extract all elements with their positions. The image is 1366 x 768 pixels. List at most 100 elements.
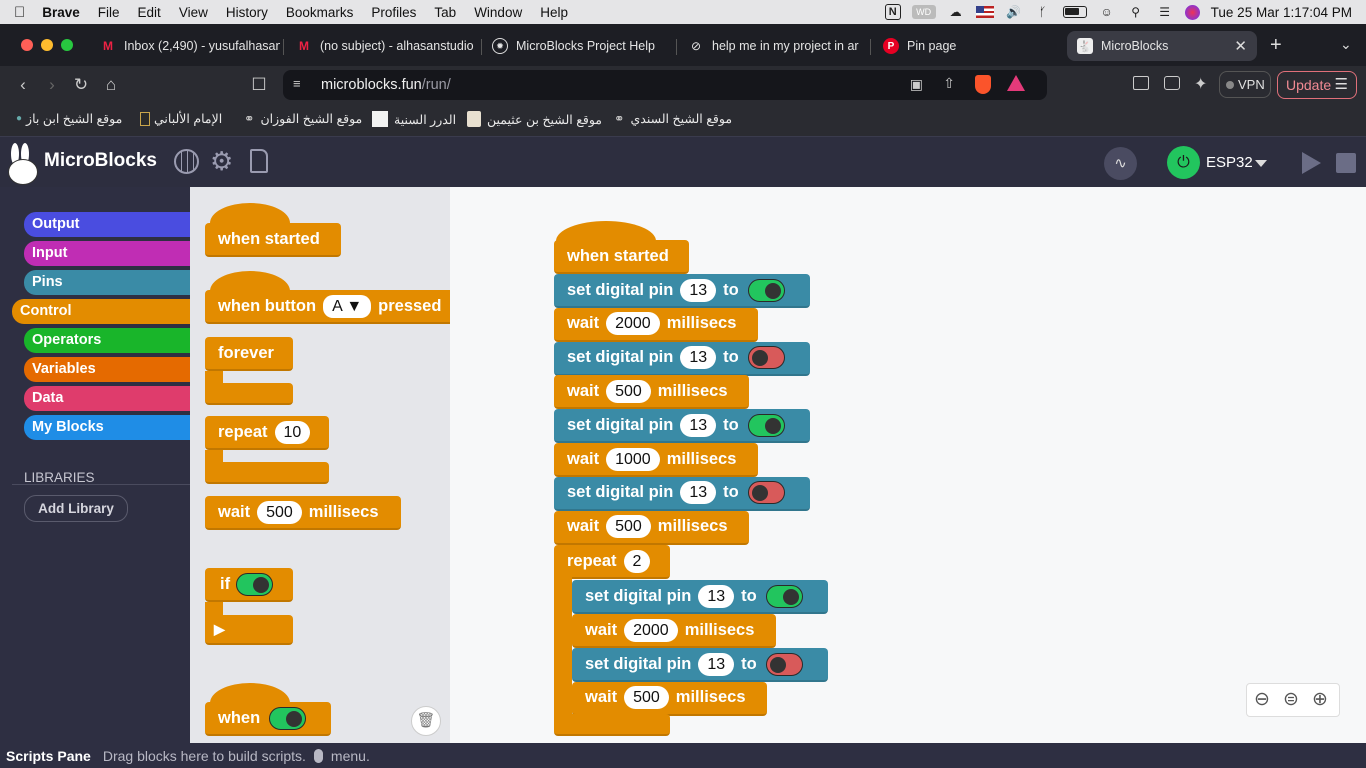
us-flag-icon[interactable] bbox=[975, 6, 994, 18]
set-digital-pin-block[interactable]: set digital pin 13 to bbox=[572, 580, 828, 615]
reload-icon[interactable]: ↻ bbox=[70, 74, 92, 96]
scripts-pane[interactable]: when started set digital pin 13 to wait 2000 m… bbox=[450, 187, 1366, 743]
set-digital-pin-block[interactable]: set digital pin 13 to bbox=[572, 648, 828, 682]
menu-history[interactable]: History bbox=[217, 5, 277, 20]
siri-icon[interactable] bbox=[1184, 4, 1200, 20]
wait-ms-input[interactable]: 500 bbox=[624, 686, 669, 710]
window-minimize-button[interactable] bbox=[41, 39, 53, 51]
tab-pin-page[interactable]: P Pin page bbox=[873, 31, 1063, 61]
pin-number-input[interactable]: 13 bbox=[698, 652, 735, 676]
wallet-icon[interactable] bbox=[1164, 76, 1180, 90]
set-digital-pin-block[interactable]: set digital pin 13 to bbox=[554, 409, 810, 444]
wait-millisecs-block[interactable]: wait 500 millisecs bbox=[572, 681, 767, 716]
menu-file[interactable]: File bbox=[89, 5, 129, 20]
new-tab-icon[interactable]: + bbox=[1270, 34, 1282, 57]
pin-state-toggle[interactable] bbox=[747, 481, 785, 505]
brave-rewards-icon[interactable] bbox=[1007, 75, 1025, 91]
category-output[interactable]: Output bbox=[24, 212, 190, 237]
pin-state-toggle[interactable] bbox=[765, 652, 803, 676]
category-data[interactable]: Data bbox=[24, 386, 190, 411]
repeat-count-input[interactable]: 2 bbox=[623, 549, 651, 573]
sidebar-toggle-icon[interactable] bbox=[1133, 76, 1149, 90]
cloud-icon[interactable]: ☁ bbox=[947, 5, 965, 19]
bookmark-sindi[interactable]: موقع الشيخ السندي ⚭ bbox=[614, 111, 732, 126]
tab-help-project[interactable]: ⊘ help me in my project in ar bbox=[678, 31, 868, 61]
bookmark-dorar[interactable]: الدرر السنية bbox=[372, 111, 456, 127]
category-variables[interactable]: Variables bbox=[24, 357, 190, 382]
tab-inbox[interactable]: M Inbox (2,490) - yusufalhasanstudio bbox=[90, 31, 280, 61]
bookmark-uthaymeen[interactable]: موقع الشيخ بن عثيمين bbox=[467, 111, 602, 127]
leo-ai-icon[interactable]: ✦ bbox=[1194, 74, 1207, 94]
bookmark-albani[interactable]: الإمام الألباني bbox=[140, 111, 222, 126]
language-globe-icon[interactable] bbox=[174, 149, 199, 174]
set-digital-pin-block[interactable]: set digital pin 13 to bbox=[554, 476, 810, 511]
palette-wait-block[interactable]: wait 500 millisecs bbox=[205, 496, 401, 530]
tab-microblocks[interactable]: 🐇 MicroBlocks ✕ bbox=[1067, 31, 1257, 61]
close-tab-icon[interactable]: ✕ bbox=[1234, 37, 1247, 55]
category-pins[interactable]: Pins bbox=[24, 270, 190, 295]
battery-icon[interactable] bbox=[1062, 6, 1087, 18]
wait-millisecs-block[interactable]: wait 500 millisecs bbox=[554, 375, 749, 410]
menu-profiles[interactable]: Profiles bbox=[362, 5, 425, 20]
pin-state-toggle[interactable] bbox=[747, 413, 785, 437]
category-my-blocks[interactable]: My Blocks bbox=[24, 415, 190, 440]
update-button[interactable]: Update ☰ bbox=[1277, 71, 1357, 99]
cast-icon[interactable]: ▣ bbox=[910, 76, 923, 93]
wait-millisecs-block[interactable]: wait 500 millisecs bbox=[554, 510, 749, 545]
zoom-out-icon[interactable]: ⊖ bbox=[1254, 688, 1270, 711]
menu-app-name[interactable]: Brave bbox=[33, 5, 89, 20]
menu-window[interactable]: Window bbox=[465, 5, 531, 20]
menu-bookmarks[interactable]: Bookmarks bbox=[277, 5, 363, 20]
vpn-button[interactable]: VPN bbox=[1219, 71, 1271, 98]
zoom-in-icon[interactable]: ⊕ bbox=[1312, 688, 1328, 711]
home-icon[interactable]: ⌂ bbox=[100, 74, 122, 96]
start-play-icon[interactable] bbox=[1302, 152, 1321, 174]
pin-number-input[interactable]: 13 bbox=[680, 481, 717, 505]
menu-tab[interactable]: Tab bbox=[425, 5, 465, 20]
zoom-reset-icon[interactable]: ⊜ bbox=[1283, 688, 1299, 711]
script-when-started-block[interactable]: when started bbox=[554, 240, 689, 274]
volume-icon[interactable]: 🔊 bbox=[1005, 5, 1023, 19]
palette-when-block[interactable]: when bbox=[205, 702, 331, 736]
palette-repeat-block[interactable]: repeat 10 bbox=[205, 416, 329, 450]
repeat-count-input[interactable]: 10 bbox=[274, 420, 311, 444]
graph-pulse-icon[interactable]: ∿ bbox=[1104, 147, 1137, 180]
bookmark-fawzan[interactable]: موقع الشيخ الفوزان ⚭ bbox=[244, 111, 362, 126]
wait-millisecs-block[interactable]: wait 2000 millisecs bbox=[554, 307, 758, 342]
pin-number-input[interactable]: 13 bbox=[680, 346, 717, 370]
menu-edit[interactable]: Edit bbox=[129, 5, 170, 20]
pin-number-input[interactable]: 13 bbox=[680, 413, 717, 437]
wd-icon[interactable]: WD bbox=[911, 5, 936, 19]
pin-state-toggle[interactable] bbox=[747, 346, 785, 370]
notion-icon[interactable]: N bbox=[884, 4, 901, 20]
tab-microblocks-help[interactable]: ✹ MicroBlocks Project Help bbox=[482, 31, 672, 61]
category-control[interactable]: Control bbox=[12, 299, 190, 324]
stop-icon[interactable] bbox=[1336, 153, 1356, 173]
board-selector[interactable]: ⏻ ESP32 bbox=[1167, 146, 1277, 180]
wait-millisecs-block[interactable]: wait 1000 millisecs bbox=[554, 443, 758, 477]
wait-ms-input[interactable]: 1000 bbox=[606, 447, 660, 471]
palette-when-button-pressed-block[interactable]: when button A ▼ pressed bbox=[205, 290, 450, 324]
button-dropdown[interactable]: A ▼ bbox=[323, 294, 372, 318]
pin-state-toggle[interactable] bbox=[765, 584, 803, 608]
expand-arrow-icon[interactable]: ▶ bbox=[214, 621, 225, 638]
wait-ms-input[interactable]: 500 bbox=[606, 379, 651, 403]
tab-list-chevron-icon[interactable]: ⌄ bbox=[1340, 36, 1352, 53]
menu-help[interactable]: Help bbox=[531, 5, 577, 20]
window-close-button[interactable] bbox=[21, 39, 33, 51]
microblocks-logo-icon[interactable] bbox=[6, 143, 40, 185]
set-digital-pin-block[interactable]: set digital pin 13 to bbox=[554, 274, 810, 308]
share-icon[interactable]: ⇧ bbox=[943, 75, 955, 92]
settings-gear-icon[interactable]: ⚙ bbox=[210, 146, 233, 177]
palette-forever-block[interactable]: forever bbox=[205, 337, 293, 371]
wait-millisecs-block[interactable]: wait 2000 millisecs bbox=[572, 614, 776, 649]
menu-view[interactable]: View bbox=[170, 5, 217, 20]
back-icon[interactable]: ‹ bbox=[12, 74, 34, 96]
wait-ms-input[interactable]: 500 bbox=[257, 500, 302, 524]
category-operators[interactable]: Operators bbox=[24, 328, 190, 353]
menu-clock[interactable]: Tue 25 Mar 1:17:04 PM bbox=[1211, 5, 1352, 20]
url-bar[interactable]: ≡ microblocks.fun/run/ ▣ ⇧ bbox=[283, 70, 1047, 100]
category-input[interactable]: Input bbox=[24, 241, 190, 266]
user-icon[interactable]: ☺ bbox=[1098, 5, 1116, 19]
control-center-icon[interactable]: ☰ bbox=[1156, 5, 1174, 19]
